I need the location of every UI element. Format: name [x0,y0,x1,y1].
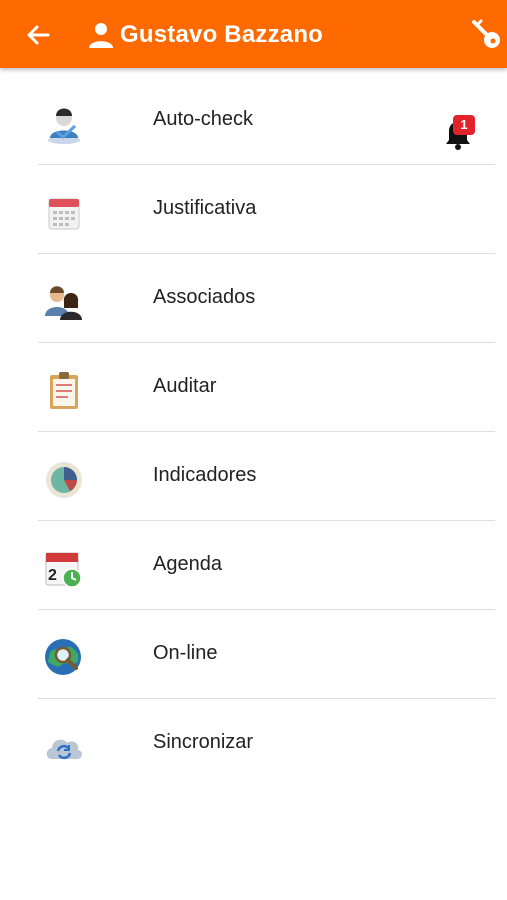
menu-item-agenda[interactable]: 2 Agenda [0,521,507,610]
user-check-icon [48,108,80,144]
menu-item-auditar[interactable]: Auditar [0,343,507,432]
menu-item-label: Associados [153,286,256,308]
arrow-left-icon[interactable] [23,20,53,50]
menu-item-indicadores[interactable]: Indicadores [0,432,507,521]
notification-badge: 1 [453,115,475,135]
globe-search-icon [45,639,81,675]
people-icon [45,286,82,320]
menu-item-label: Sincronizar [153,731,254,753]
menu-item-label: Indicadores [153,464,257,486]
calendar-icon [48,198,80,230]
svg-text:2: 2 [48,567,57,584]
app-bar: Gustavo Bazzano [0,0,507,68]
clipboard-icon [50,372,78,409]
menu-item-sincronizar[interactable]: Sincronizar [0,699,507,788]
pie-chart-icon [46,462,82,498]
user-name-title: Gustavo Bazzano [120,21,324,48]
person-icon [89,23,113,48]
menu-item-label: Agenda [153,553,222,575]
menu-item-on-line[interactable]: On-line [0,610,507,699]
menu-item-label: Auto-check [153,108,254,130]
menu-item-auto-check[interactable]: Auto-check [0,76,507,165]
main-menu: Auto-check Justificativa Associados Audi… [0,76,507,788]
menu-item-associados[interactable]: Associados [0,254,507,343]
menu-item-label: Justificativa [153,197,257,219]
cloud-sync-icon [46,739,83,760]
agenda-calendar-icon: 2 [45,552,82,588]
menu-item-justificativa[interactable]: Justificativa [0,165,507,254]
menu-item-label: Auditar [153,375,217,397]
key-icon[interactable] [468,16,504,52]
menu-item-label: On-line [153,642,218,664]
